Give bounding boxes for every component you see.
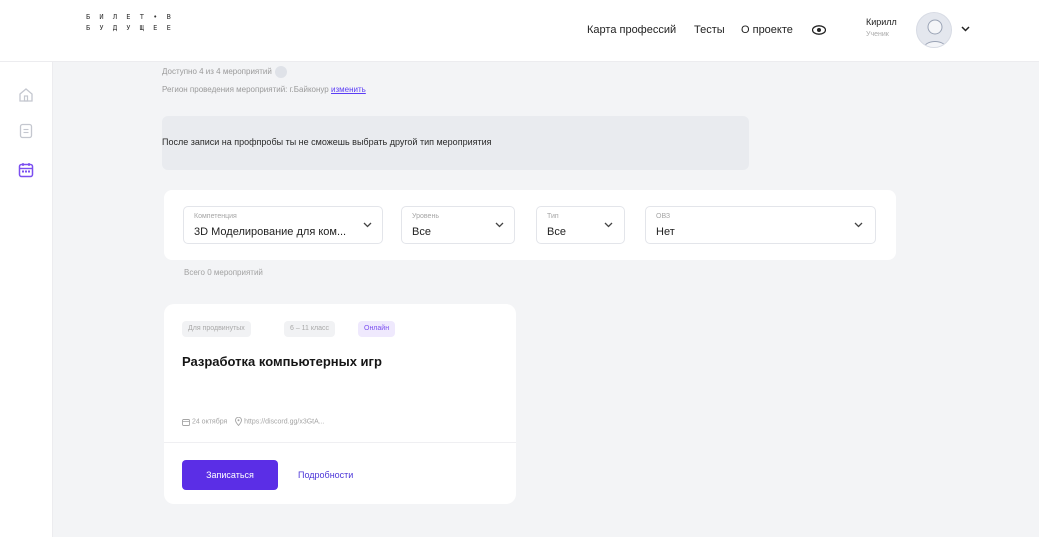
- available-text: Доступно 4 из 4 мероприятий: [162, 67, 272, 77]
- logo[interactable]: Б И Л Е Т • В Б У Д У Щ Е Е: [86, 12, 173, 34]
- calendar-icon[interactable]: [17, 161, 35, 179]
- notice-banner: После записи на профпробы ты не сможешь …: [162, 116, 749, 170]
- logo-line-2: Б У Д У Щ Е Е: [86, 24, 174, 32]
- help-icon[interactable]: [274, 66, 287, 78]
- event-date: 24 октября: [191, 418, 228, 426]
- filter-label: ОВЗ: [656, 213, 671, 220]
- filters-panel: Компетенция 3D Моделирование для ком... …: [164, 190, 896, 260]
- level-tag: Для продвинутых: [182, 321, 251, 337]
- logo-line-1: Б И Л Е Т • В: [86, 13, 174, 21]
- notice-text: После записи на профпробы ты не сможешь …: [162, 137, 492, 147]
- event-location[interactable]: https://discord.gg/x3GtA...: [244, 418, 325, 425]
- filter-value: Все: [547, 226, 566, 238]
- signup-button[interactable]: Записаться: [182, 460, 278, 490]
- change-region-link[interactable]: изменить: [331, 85, 366, 94]
- nav-about[interactable]: О проекте: [741, 24, 793, 36]
- avatar-illustration: [923, 19, 947, 47]
- avatar[interactable]: [916, 12, 952, 48]
- top-header: Б И Л Е Т • В Б У Д У Щ Е Е Карта профес…: [0, 0, 1039, 62]
- chevron-down-icon[interactable]: [961, 26, 970, 32]
- details-link[interactable]: Подробности: [298, 470, 353, 480]
- card-divider: [164, 442, 516, 443]
- user-role: Ученик: [866, 31, 889, 38]
- chevron-down-icon: [604, 222, 613, 228]
- chevron-down-icon: [854, 222, 863, 228]
- event-title: Разработка компьютерных игр: [182, 354, 382, 369]
- event-card: Для продвинутых 6 – 11 класс Онлайн Разр…: [164, 304, 516, 504]
- eye-icon[interactable]: [812, 25, 826, 35]
- level-select[interactable]: Уровень Все: [401, 206, 515, 244]
- nav-tests[interactable]: Тесты: [694, 24, 725, 36]
- home-icon[interactable]: [17, 86, 35, 104]
- competence-select[interactable]: Компетенция 3D Моделирование для ком...: [183, 206, 383, 244]
- calendar-small-icon: [182, 418, 190, 426]
- filter-value: 3D Моделирование для ком...: [194, 226, 347, 238]
- total-events: Всего 0 мероприятий: [184, 268, 263, 277]
- region-info: Регион проведения мероприятий: г.Байкону…: [162, 85, 366, 94]
- grade-tag: 6 – 11 класс: [284, 321, 336, 337]
- region-text: Регион проведения мероприятий: г.Байкону…: [162, 85, 329, 94]
- location-pin-icon: [235, 417, 243, 426]
- sidebar: [0, 62, 53, 537]
- document-icon[interactable]: [17, 122, 35, 140]
- available-events: Доступно 4 из 4 мероприятий: [162, 66, 287, 78]
- filter-label: Уровень: [412, 213, 439, 220]
- nav-career-map[interactable]: Карта профессий: [587, 24, 676, 36]
- filter-label: Тип: [547, 213, 559, 220]
- filter-value: Все: [412, 226, 431, 238]
- event-meta: 24 октября https://discord.gg/x3GtA...: [182, 417, 325, 426]
- type-select[interactable]: Тип Все: [536, 206, 625, 244]
- user-name[interactable]: Кирилл: [866, 17, 897, 27]
- filter-label: Компетенция: [194, 213, 237, 220]
- filter-value: Нет: [656, 226, 675, 238]
- chevron-down-icon: [363, 222, 372, 228]
- disability-select[interactable]: ОВЗ Нет: [645, 206, 876, 244]
- chevron-down-icon: [495, 222, 504, 228]
- format-tag: Онлайн: [358, 321, 396, 337]
